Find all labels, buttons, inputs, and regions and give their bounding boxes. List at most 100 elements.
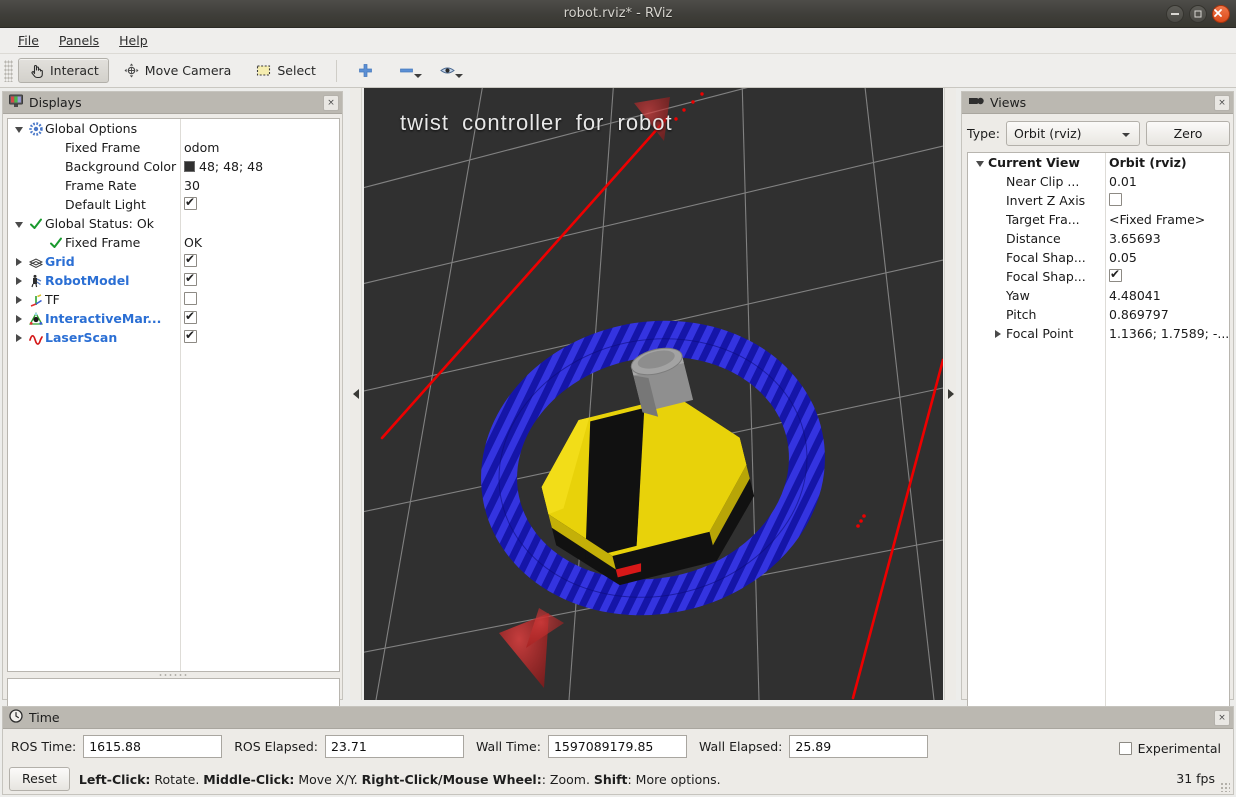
displays-tree-row[interactable]: LaserScan	[8, 328, 339, 347]
views-tree-row[interactable]: Focal Shap...0.05	[968, 248, 1229, 267]
window-title: robot.rviz* - RViz	[0, 0, 1236, 28]
displays-tree[interactable]: Global OptionsFixed FrameodomBackground …	[7, 118, 340, 672]
chevron-left-icon	[353, 389, 359, 399]
resize-grip[interactable]	[1220, 782, 1230, 792]
experimental-checkbox[interactable]	[1119, 742, 1132, 755]
zero-view-button[interactable]: Zero	[1146, 121, 1230, 146]
displays-row-checkbox[interactable]	[184, 254, 197, 270]
expander-expand-icon[interactable]	[990, 326, 1006, 341]
expander-collapse-icon[interactable]	[11, 121, 27, 136]
expander-expand-icon[interactable]	[11, 292, 27, 307]
views-tree-row[interactable]: Near Clip ...0.01	[968, 172, 1229, 191]
menu-file[interactable]: File	[8, 30, 49, 51]
menu-panels[interactable]: Panels	[49, 30, 109, 51]
chevron-right-icon	[948, 389, 954, 399]
views-tree-row[interactable]: Target Fra...<Fixed Frame>	[968, 210, 1229, 229]
displays-tree-row[interactable]: InteractiveMar...	[8, 309, 339, 328]
add-tool-button[interactable]	[347, 58, 384, 83]
minimize-button[interactable]	[1166, 5, 1184, 23]
views-panel-title: Views	[990, 95, 1026, 110]
views-tree-row[interactable]: Distance3.65693	[968, 229, 1229, 248]
collapse-right-panel-handle[interactable]	[944, 88, 956, 700]
wall-elapsed-label: Wall Elapsed:	[699, 739, 782, 754]
views-row-value: Orbit (rviz)	[1109, 155, 1187, 170]
expander-expand-icon[interactable]	[11, 273, 27, 288]
displays-tree-row[interactable]: Frame Rate30	[8, 176, 339, 195]
displays-tree-row[interactable]: Grid	[8, 252, 339, 271]
displays-panel-titlebar: Displays ×	[3, 92, 342, 114]
expander-collapse-icon[interactable]	[972, 155, 988, 170]
expander-expand-icon[interactable]	[11, 254, 27, 269]
views-row-checkbox[interactable]	[1109, 269, 1122, 285]
chevron-down-icon[interactable]	[414, 74, 422, 78]
displays-panel: Displays × Global OptionsFixed Frameodom…	[2, 91, 343, 700]
check-icon	[27, 217, 45, 231]
views-row-value: 3.65693	[1109, 231, 1161, 246]
displays-row-checkbox[interactable]	[184, 292, 197, 308]
focus-tool-button[interactable]	[429, 58, 466, 83]
axes-icon	[27, 293, 45, 307]
displays-row-checkbox[interactable]	[184, 197, 197, 213]
eye-icon	[439, 62, 456, 79]
time-close-button[interactable]: ×	[1214, 710, 1230, 726]
views-tree-row[interactable]: Focal Point1.1366; 1.7589; -...	[968, 324, 1229, 343]
close-button[interactable]	[1212, 5, 1230, 23]
displays-tree-row[interactable]: Fixed Frameodom	[8, 138, 339, 157]
displays-row-checkbox[interactable]	[184, 311, 197, 327]
hand-cursor-icon	[28, 62, 45, 79]
toolbar-grip[interactable]	[4, 60, 13, 82]
minus-icon	[398, 62, 415, 79]
views-tree-row[interactable]: Focal Shap...	[968, 267, 1229, 286]
ros-time-label: ROS Time:	[11, 739, 76, 754]
view-type-select[interactable]: Orbit (rviz)	[1006, 121, 1140, 146]
displays-tree-row[interactable]: Background Color48; 48; 48	[8, 157, 339, 176]
color-value-text: 48; 48; 48	[199, 159, 263, 174]
remove-tool-button[interactable]	[388, 58, 425, 83]
expander-expand-icon[interactable]	[11, 330, 27, 345]
displays-row-checkbox[interactable]	[184, 330, 197, 346]
wall-elapsed-input[interactable]: 25.89	[789, 735, 928, 758]
displays-splitter-handle[interactable]	[158, 673, 188, 677]
displays-tree-row[interactable]: Default Light	[8, 195, 339, 214]
views-tree-row[interactable]: Invert Z Axis	[968, 191, 1229, 210]
views-tree-row[interactable]: Yaw4.48041	[968, 286, 1229, 305]
displays-tree-row[interactable]: TF	[8, 290, 339, 309]
maximize-button[interactable]	[1189, 5, 1207, 23]
move-camera-tool-button[interactable]: Move Camera	[113, 58, 242, 83]
displays-row-value: OK	[184, 235, 202, 250]
displays-row-checkbox[interactable]	[184, 273, 197, 289]
select-tool-button[interactable]: Select	[245, 58, 326, 83]
collapse-left-panel-handle[interactable]	[350, 88, 362, 700]
views-row-checkbox[interactable]	[1109, 193, 1122, 209]
views-tree[interactable]: Current ViewOrbit (rviz)Near Clip ...0.0…	[967, 152, 1230, 758]
displays-row-value: odom	[184, 140, 219, 155]
views-tree-row[interactable]: Current ViewOrbit (rviz)	[968, 153, 1229, 172]
experimental-toggle[interactable]: Experimental	[1119, 741, 1221, 756]
menu-help[interactable]: Help	[109, 30, 158, 51]
ros-time-input[interactable]: 1615.88	[83, 735, 222, 758]
wall-time-input[interactable]: 1597089179.85	[548, 735, 687, 758]
expander-expand-icon[interactable]	[11, 311, 27, 326]
ros-elapsed-input[interactable]: 23.71	[325, 735, 464, 758]
displays-close-button[interactable]: ×	[323, 95, 339, 111]
displays-tree-row[interactable]: RobotModel	[8, 271, 339, 290]
displays-row-label: Frame Rate	[65, 178, 339, 193]
time-panel: Time × ROS Time: 1615.88 ROS Elapsed: 23…	[2, 706, 1234, 795]
mouse-hint-part: Left-Click:	[79, 772, 151, 787]
views-tree-row[interactable]: Pitch0.869797	[968, 305, 1229, 324]
displays-tree-row[interactable]: Global Status: Ok	[8, 214, 339, 233]
displays-tree-row[interactable]: Fixed FrameOK	[8, 233, 339, 252]
expander-collapse-icon[interactable]	[11, 216, 27, 231]
chevron-down-icon[interactable]	[455, 74, 463, 78]
views-panel-titlebar: Views ×	[962, 92, 1233, 114]
grid-icon	[27, 255, 45, 269]
view-type-value: Orbit (rviz)	[1014, 126, 1082, 141]
reset-button[interactable]: Reset	[9, 767, 70, 791]
3d-viewport[interactable]: twist controller for robot	[364, 88, 943, 700]
views-type-label: Type:	[967, 126, 1000, 141]
background-color-value[interactable]: 48; 48; 48	[184, 159, 263, 174]
displays-tree-row[interactable]: Global Options	[8, 119, 339, 138]
interact-tool-button[interactable]: Interact	[18, 58, 109, 83]
views-close-button[interactable]: ×	[1214, 95, 1230, 111]
robot-icon	[27, 274, 45, 288]
